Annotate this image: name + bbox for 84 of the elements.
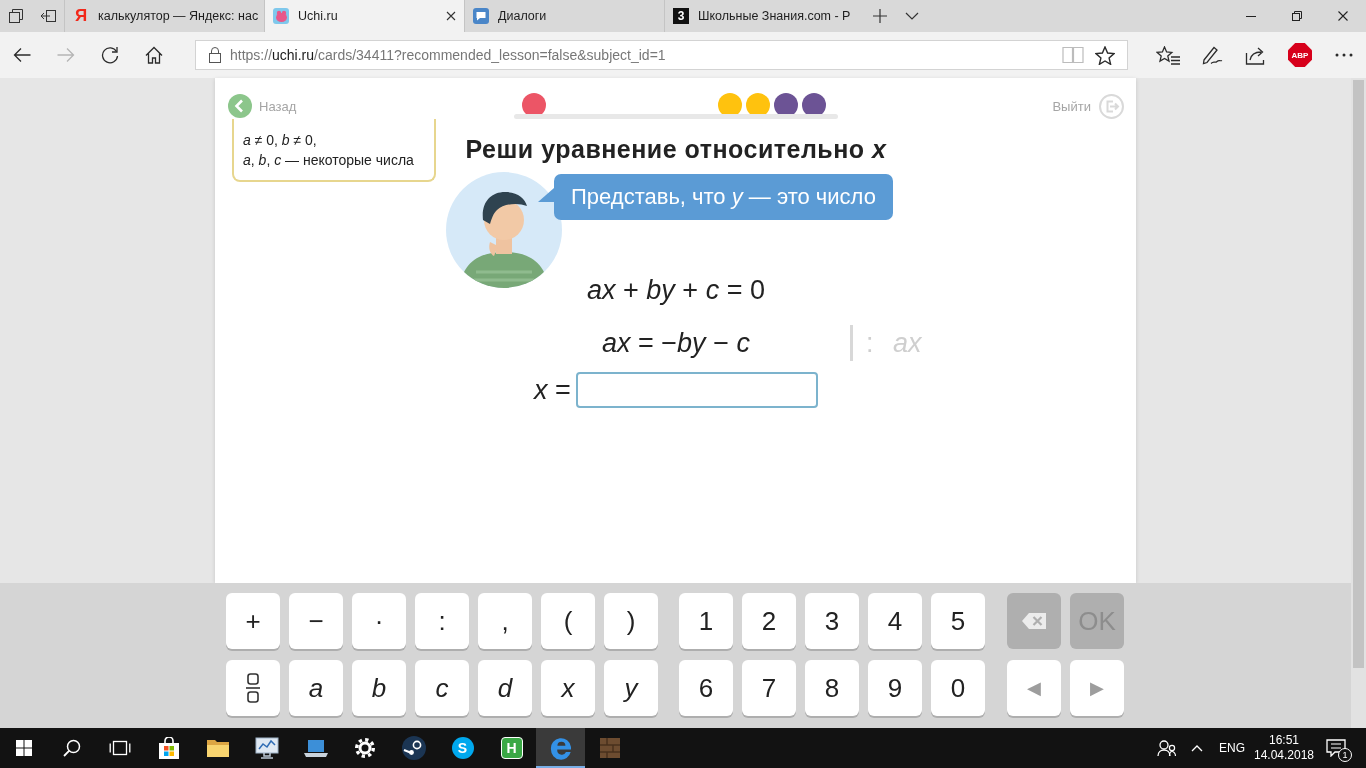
chevron-down-icon[interactable] — [905, 12, 919, 20]
minimize-icon[interactable] — [1246, 15, 1256, 17]
address-field[interactable]: https://uchi.ru/cards/34411?recommended_lesson=false&subject_id=1 — [195, 40, 1128, 70]
digit-key[interactable]: 4 — [868, 593, 922, 649]
letter-key[interactable]: d — [478, 660, 532, 716]
digit-key[interactable]: 8 — [805, 660, 859, 716]
tab-favicon: Я — [73, 8, 89, 24]
search-icon[interactable] — [63, 739, 81, 757]
browser-icon — [548, 736, 573, 760]
digit-key[interactable]: 0 — [931, 660, 985, 716]
symbol-key[interactable]: ( — [541, 593, 595, 649]
star-list-icon[interactable] — [1156, 45, 1180, 65]
fraction-key[interactable] — [226, 660, 280, 716]
scrollbar-track[interactable] — [1351, 78, 1366, 728]
refresh-icon[interactable] — [101, 46, 119, 64]
close-icon[interactable] — [1338, 11, 1348, 21]
creature-tile-icon — [273, 8, 289, 24]
scrollbar-thumb[interactable] — [1353, 80, 1364, 668]
brick-block-icon — [598, 737, 621, 759]
browser-tab[interactable]: Диалоги — [464, 0, 664, 32]
task-title: Реши уравнение относительно x — [465, 135, 887, 163]
back-arrow-icon[interactable] — [13, 47, 31, 63]
tab-preview-icon[interactable] — [8, 8, 24, 24]
digit-key[interactable]: 9 — [868, 660, 922, 716]
letter-key[interactable]: y — [604, 660, 658, 716]
app-logo: S — [451, 737, 474, 759]
browser-tab[interactable]: 3 Школьные Знания.com - Р — [664, 0, 864, 32]
plus-icon[interactable] — [873, 9, 887, 23]
shopping-bag-icon — [157, 737, 180, 759]
answer-label: x = — [534, 374, 571, 407]
digit-key[interactable]: 5 — [931, 593, 985, 649]
digit-key[interactable]: 7 — [742, 660, 796, 716]
digit-key[interactable]: 6 — [679, 660, 733, 716]
digit-key[interactable]: 2 — [742, 593, 796, 649]
url-text: https://uchi.ru/cards/34411?recommended_lesson=false&subject_id=1 — [230, 47, 666, 63]
round-logo-icon — [401, 736, 426, 760]
people-icon[interactable] — [1157, 739, 1177, 757]
digit-key[interactable]: 1 — [679, 593, 733, 649]
adblock-button[interactable]: ABP — [1288, 43, 1312, 67]
share-icon[interactable] — [1245, 45, 1267, 65]
symbol-key[interactable]: ) — [604, 593, 658, 649]
notification-icon[interactable] — [1326, 739, 1346, 757]
condition-text: a ≠ 0, b ≠ 0, — [243, 131, 318, 150]
notification-count: 1 — [1338, 748, 1352, 762]
language-indicator[interactable]: ENG — [1219, 741, 1245, 755]
clock-time[interactable]: 16:51 — [1269, 733, 1299, 748]
backspace-icon — [1021, 612, 1047, 630]
lock-icon — [209, 47, 221, 63]
equation-text: ax = −by − c — [602, 327, 750, 360]
star-icon[interactable] — [1095, 45, 1115, 65]
exit-door-icon — [1098, 93, 1124, 119]
symbol-key[interactable]: , — [478, 593, 532, 649]
laptop-icon — [303, 738, 328, 758]
folder-icon — [205, 738, 230, 758]
gear-icon — [353, 737, 376, 759]
back-chevron-icon — [228, 94, 252, 118]
pen-icon[interactable] — [1201, 45, 1223, 65]
start-icon[interactable] — [16, 740, 32, 756]
letter-key[interactable]: b — [352, 660, 406, 716]
set-aside-icon[interactable] — [40, 9, 56, 23]
fraction-icon — [246, 673, 260, 703]
letter-key[interactable]: x — [541, 660, 595, 716]
home-icon[interactable] — [145, 46, 163, 64]
more-icon[interactable] — [1335, 53, 1353, 57]
app-logo: H — [500, 737, 523, 759]
letter-key[interactable]: a — [289, 660, 343, 716]
equation-text: ax + by + c = 0 — [587, 274, 765, 307]
condition-text: a, b, c — некоторые числа — [243, 151, 415, 170]
symbol-key[interactable]: − — [289, 593, 343, 649]
monitor-chart-icon — [254, 737, 279, 759]
clock-date[interactable]: 14.04.2018 — [1253, 748, 1315, 763]
tab-favicon: 3 — [673, 8, 689, 24]
digit-key[interactable]: 3 — [805, 593, 859, 649]
browser-tab[interactable]: Uchi.ru — [264, 0, 464, 32]
symbol-key[interactable]: + — [226, 593, 280, 649]
task-view-icon[interactable] — [109, 740, 131, 756]
letter-key[interactable]: c — [415, 660, 469, 716]
chevron-up-icon[interactable] — [1191, 744, 1203, 752]
close-icon[interactable] — [446, 11, 456, 21]
symbol-key[interactable]: · — [352, 593, 406, 649]
restore-icon[interactable] — [1292, 11, 1302, 21]
answer-field[interactable] — [575, 372, 818, 408]
chat-bubble-icon — [473, 8, 489, 24]
symbol-key[interactable]: : — [415, 593, 469, 649]
